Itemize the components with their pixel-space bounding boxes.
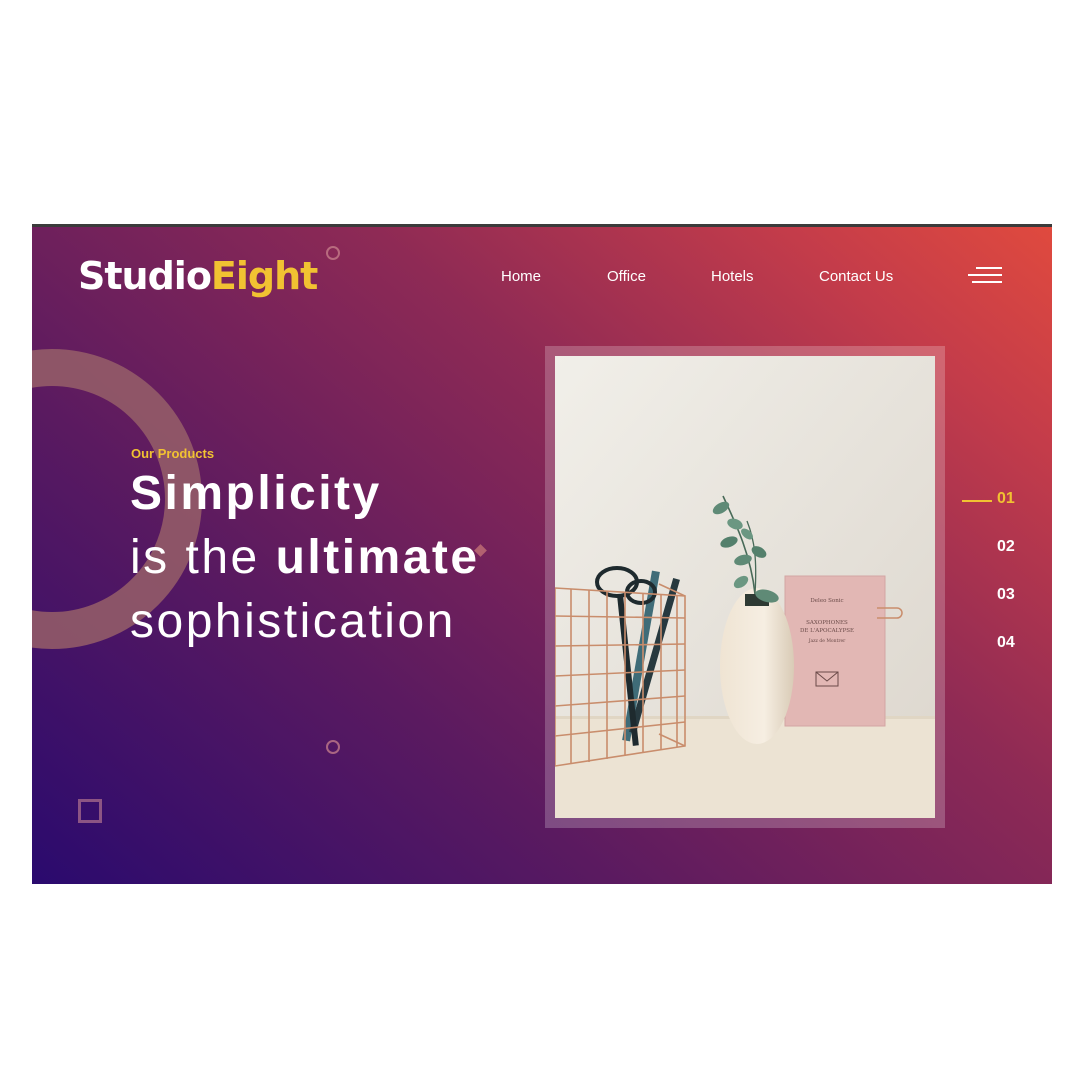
headline-line-1: Simplicity bbox=[130, 467, 382, 520]
pager-label: 04 bbox=[997, 634, 1015, 651]
nav-item-office[interactable]: Office bbox=[607, 268, 646, 285]
main-nav: Home Office Hotels Contact Us bbox=[32, 268, 1052, 288]
nav-item-contact-us[interactable]: Contact Us bbox=[819, 268, 893, 285]
pager-item-04[interactable]: 04 bbox=[962, 634, 1022, 656]
pager-label: 03 bbox=[997, 586, 1015, 603]
hamburger-icon[interactable] bbox=[968, 267, 1002, 285]
book-text-author: Deleo Sonic bbox=[810, 598, 843, 604]
book-text-subtitle: Jazz de Montrer bbox=[808, 638, 846, 644]
pager-item-02[interactable]: 02 bbox=[962, 538, 1022, 560]
nav-item-home[interactable]: Home bbox=[501, 268, 541, 285]
product-photo-illustration: Deleo Sonic SAXOPHONES DE L'APOCALYPSE J… bbox=[555, 356, 935, 818]
pager-active-line bbox=[962, 500, 992, 502]
pager-label: 02 bbox=[997, 538, 1015, 555]
pager-label: 01 bbox=[997, 490, 1015, 507]
headline-line-2: is the ultimate bbox=[130, 526, 480, 590]
hero-headline: Simplicity is the ultimate sophisticatio… bbox=[130, 462, 480, 654]
headline-line-3: sophistication bbox=[130, 595, 456, 648]
section-eyebrow: Our Products bbox=[131, 446, 215, 461]
photo-frame: Deleo Sonic SAXOPHONES DE L'APOCALYPSE J… bbox=[545, 346, 945, 828]
decorative-square bbox=[78, 799, 102, 823]
product-photo: Deleo Sonic SAXOPHONES DE L'APOCALYPSE J… bbox=[555, 356, 935, 818]
hero-section: StudioEight Home Office Hotels Contact U… bbox=[32, 224, 1052, 884]
headline-line-2-prefix: is the bbox=[130, 531, 276, 584]
pager-item-01[interactable]: 01 bbox=[962, 490, 1022, 512]
nav-item-hotels[interactable]: Hotels bbox=[711, 268, 754, 285]
pager-item-03[interactable]: 03 bbox=[962, 586, 1022, 608]
top-border bbox=[32, 224, 1052, 227]
headline-line-2-strong: ultimate bbox=[275, 531, 480, 584]
decorative-circle-top bbox=[326, 246, 340, 260]
book-text-title-1: SAXOPHONES bbox=[806, 620, 848, 626]
book-text-title-2: DE L'APOCALYPSE bbox=[800, 628, 854, 634]
decorative-circle-bottom bbox=[326, 740, 340, 754]
